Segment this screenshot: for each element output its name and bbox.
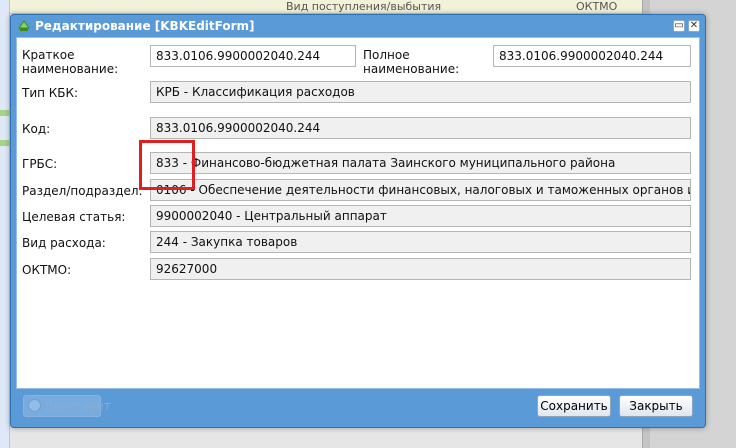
oktmo-label: ОКТМО: [22, 263, 72, 277]
background-row-marker [0, 140, 10, 146]
code-label: Код: [22, 122, 51, 136]
dialog-footer: Действует Сохранить Закрыть [11, 389, 705, 429]
full-name-field[interactable]: 833.0106.9900002040.244 [493, 45, 691, 67]
close-button[interactable]: Закрыть [619, 395, 693, 417]
full-name-label: Полное наименование: [363, 48, 460, 76]
dialog-title: Редактирование [KBKEditForm] [35, 19, 255, 33]
short-name-field[interactable]: 833.0106.9900002040.244 [150, 45, 356, 67]
kbk-type-label: Тип КБК: [22, 86, 79, 100]
target-field[interactable]: 9900002040 - Центральный аппарат [150, 205, 691, 227]
save-button[interactable]: Сохранить [537, 395, 611, 417]
dialog-body: Краткое наименование: 833.0106.990000204… [16, 37, 700, 389]
maximize-icon[interactable]: ▭ [673, 20, 685, 32]
background-panel-left [0, 0, 10, 448]
active-toggle-button[interactable]: Действует [23, 395, 111, 417]
form-icon [18, 20, 30, 31]
short-name-label: Краткое наименование: [22, 48, 119, 76]
oktmo-field[interactable]: 92627000 [150, 258, 691, 280]
grbs-label: ГРБС: [22, 157, 58, 171]
active-toggle-label: Действует [44, 399, 111, 413]
background-column-header: Вид поступления/выбытия [286, 0, 442, 13]
section-field[interactable]: 0106 - Обеспечение деятельности финансов… [150, 179, 691, 201]
edit-dialog: Редактирование [KBKEditForm] ▭ ✕ Краткое… [10, 14, 706, 428]
code-field[interactable]: 833.0106.9900002040.244 [150, 117, 691, 139]
target-label: Целевая статья: [22, 210, 126, 224]
section-label: Раздел/подраздел: [22, 184, 143, 198]
background-grid-header: Вид поступления/выбытия ОКТМО [10, 0, 642, 14]
grbs-field[interactable]: 833 - Финансово-бюджетная палата Заинско… [150, 152, 691, 174]
kbk-type-field[interactable]: КРБ - Классификация расходов [150, 81, 691, 103]
status-icon [28, 399, 41, 412]
expense-type-label: Вид расхода: [22, 236, 106, 250]
highlight-annotation [139, 140, 195, 190]
close-icon[interactable]: ✕ [688, 20, 700, 32]
background-column-header-oktmo: ОКТМО [576, 0, 618, 13]
dialog-titlebar[interactable]: Редактирование [KBKEditForm] ▭ ✕ [11, 15, 705, 37]
expense-type-field[interactable]: 244 - Закупка товаров [150, 231, 691, 253]
background-row-marker [0, 110, 10, 116]
